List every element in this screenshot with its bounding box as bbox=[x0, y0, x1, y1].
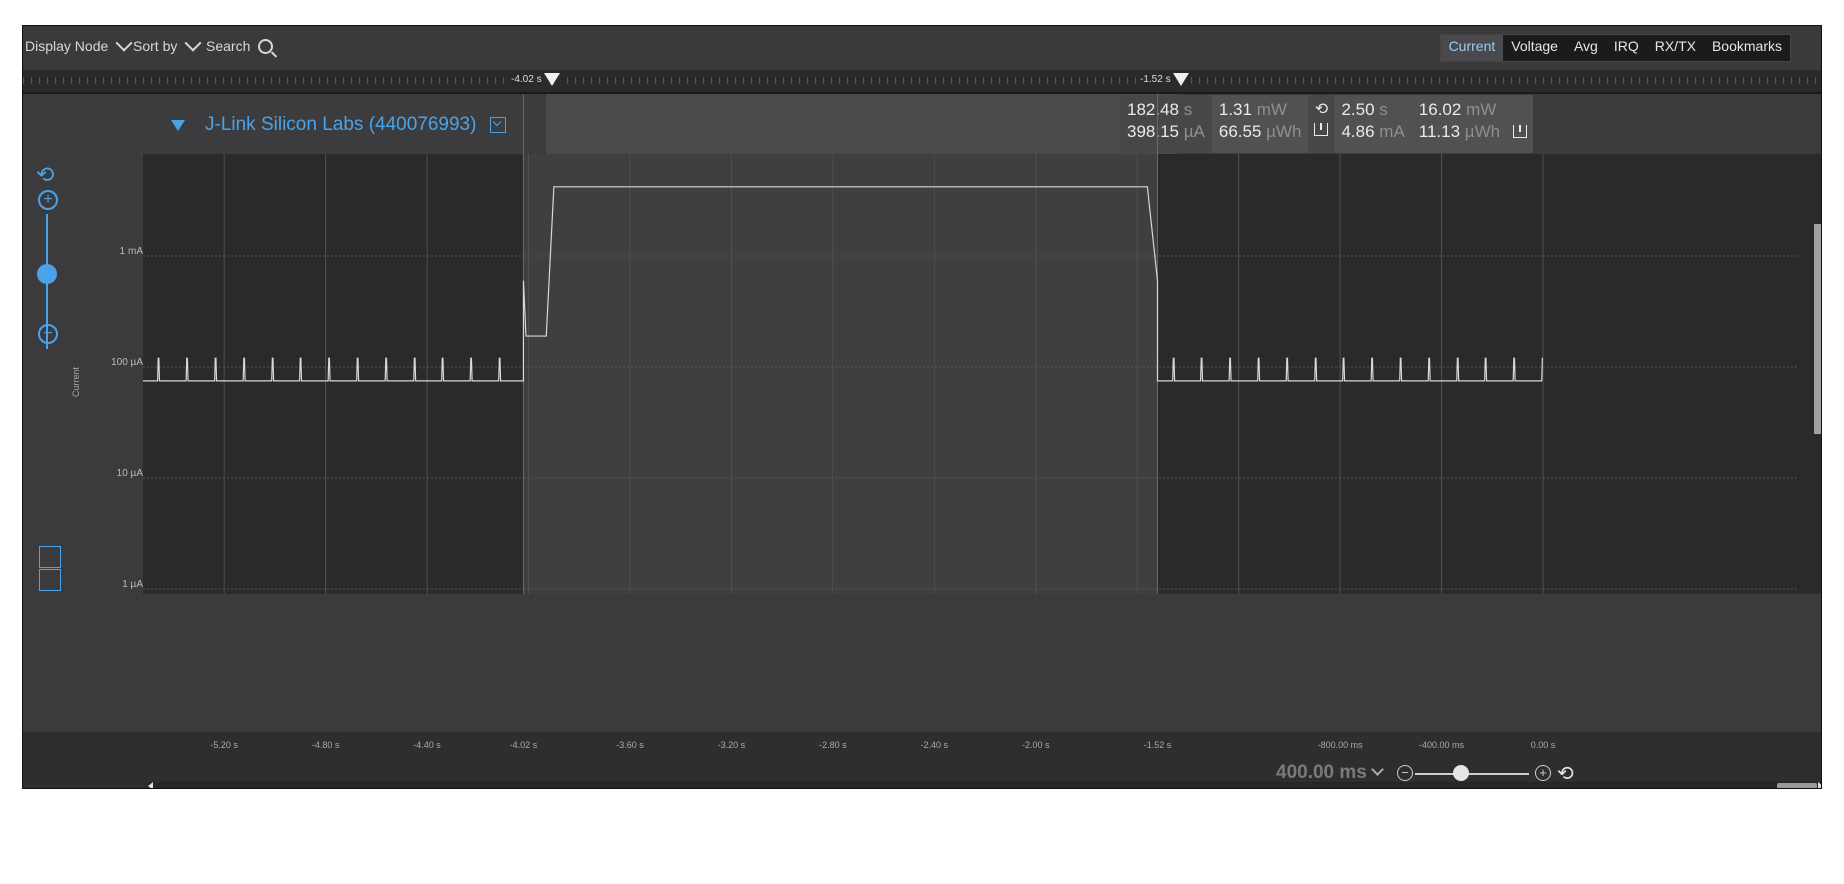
plot-area: J-Link Silicon Labs (440076993) 182.48 s… bbox=[23, 92, 1821, 734]
tab-irq[interactable]: IRQ bbox=[1606, 35, 1647, 61]
y-tick-label: 10 µA bbox=[116, 468, 143, 479]
x-tick-label: -2.80 s bbox=[819, 740, 847, 750]
x-tick-label: -2.40 s bbox=[920, 740, 949, 750]
x-tick-label: -3.20 s bbox=[717, 740, 746, 750]
vertical-scroll-thumb[interactable] bbox=[1814, 224, 1821, 434]
tab-avg[interactable]: Avg bbox=[1566, 35, 1606, 61]
y-tick-label: 1 µA bbox=[122, 579, 143, 590]
chevron-down-icon bbox=[115, 34, 133, 52]
x-tick-label: -3.60 s bbox=[616, 740, 644, 750]
selection-end-marker[interactable]: -1.52 s bbox=[1138, 73, 1191, 86]
time-axis: -5.20 s -4.80 s -4.40 s -4.02 s -3.60 s -3.20… bbox=[23, 732, 1821, 788]
display-node-dropdown[interactable]: Display Node bbox=[25, 34, 133, 54]
chevron-down-icon bbox=[184, 34, 202, 52]
x-tick-label: -800.00 ms bbox=[1317, 740, 1363, 750]
x-tick-label: -2.00 s bbox=[1021, 740, 1050, 750]
zoom-in-icon[interactable]: + bbox=[38, 190, 58, 210]
time-zoom-track[interactable] bbox=[1415, 773, 1529, 775]
tab-current[interactable]: Current bbox=[1440, 35, 1504, 61]
reset-zoom-icon[interactable]: ⟲ bbox=[36, 164, 54, 186]
time-ruler[interactable]: -4.02 s -1.52 s bbox=[23, 70, 1821, 92]
zoom-out-icon[interactable]: − bbox=[1397, 765, 1413, 781]
sort-by-label: Sort by bbox=[133, 38, 178, 54]
tab-rx-tx[interactable]: RX/TX bbox=[1647, 35, 1704, 61]
marker-triangle-icon bbox=[1172, 73, 1189, 86]
current-plot[interactable] bbox=[23, 94, 1822, 734]
x-tick-label: -1.52 s bbox=[1143, 740, 1172, 750]
x-tick-label: -4.40 s bbox=[413, 740, 441, 750]
display-node-label: Display Node bbox=[25, 38, 109, 54]
vertical-zoom-controls: ⟲ + − bbox=[33, 164, 73, 604]
tab-voltage[interactable]: Voltage bbox=[1503, 35, 1566, 61]
x-tick-label: -400.00 ms bbox=[1419, 740, 1465, 750]
y-axis-label: Current bbox=[71, 366, 82, 398]
vertical-scrollbar[interactable] bbox=[1798, 154, 1821, 594]
curve-mode-icon[interactable] bbox=[39, 546, 61, 568]
y-tick-label: 100 µA bbox=[111, 357, 143, 368]
x-tick-label: -4.80 s bbox=[311, 740, 340, 750]
zoom-out-icon[interactable]: − bbox=[38, 324, 58, 344]
scroll-right-arrow-icon[interactable] bbox=[1818, 782, 1821, 788]
horizontal-scrollbar[interactable] bbox=[148, 782, 1821, 788]
line-mode-icon[interactable] bbox=[39, 569, 61, 591]
time-zoom-knob[interactable] bbox=[1453, 765, 1469, 781]
scroll-left-arrow-icon[interactable] bbox=[148, 782, 153, 788]
chevron-down-icon bbox=[1370, 763, 1384, 776]
search-button[interactable]: Search bbox=[206, 38, 274, 54]
search-label: Search bbox=[206, 38, 251, 54]
time-zoom-dropdown[interactable]: 400.00 ms bbox=[1276, 762, 1386, 784]
x-tick-label: -5.20 s bbox=[210, 740, 238, 750]
time-zoom-value: 400.00 ms bbox=[1276, 762, 1367, 783]
y-tick-label: 1 mA bbox=[119, 246, 143, 257]
selection-start-marker[interactable]: -4.02 s bbox=[509, 73, 562, 86]
selection-start-label: -4.02 s bbox=[511, 74, 542, 85]
marker-triangle-icon bbox=[543, 73, 560, 86]
search-icon bbox=[258, 38, 274, 54]
tab-bookmarks[interactable]: Bookmarks bbox=[1704, 35, 1790, 61]
toolbar: Display Node Sort by Search Current Volt… bbox=[23, 26, 1821, 70]
sort-by-dropdown[interactable]: Sort by bbox=[133, 34, 202, 54]
zoom-in-icon[interactable]: + bbox=[1535, 765, 1551, 781]
selection-region bbox=[523, 154, 1158, 594]
vertical-zoom-knob[interactable] bbox=[37, 264, 57, 284]
view-tabs: Current Voltage Avg IRQ RX/TX Bookmarks bbox=[1439, 34, 1791, 62]
x-tick-label: -4.02 s bbox=[509, 740, 538, 750]
x-tick-label: 0.00 s bbox=[1530, 740, 1556, 750]
horizontal-scroll-thumb[interactable] bbox=[1777, 783, 1817, 788]
energy-profiler-window: Display Node Sort by Search Current Volt… bbox=[22, 25, 1822, 789]
selection-end-label: -1.52 s bbox=[1140, 74, 1171, 85]
